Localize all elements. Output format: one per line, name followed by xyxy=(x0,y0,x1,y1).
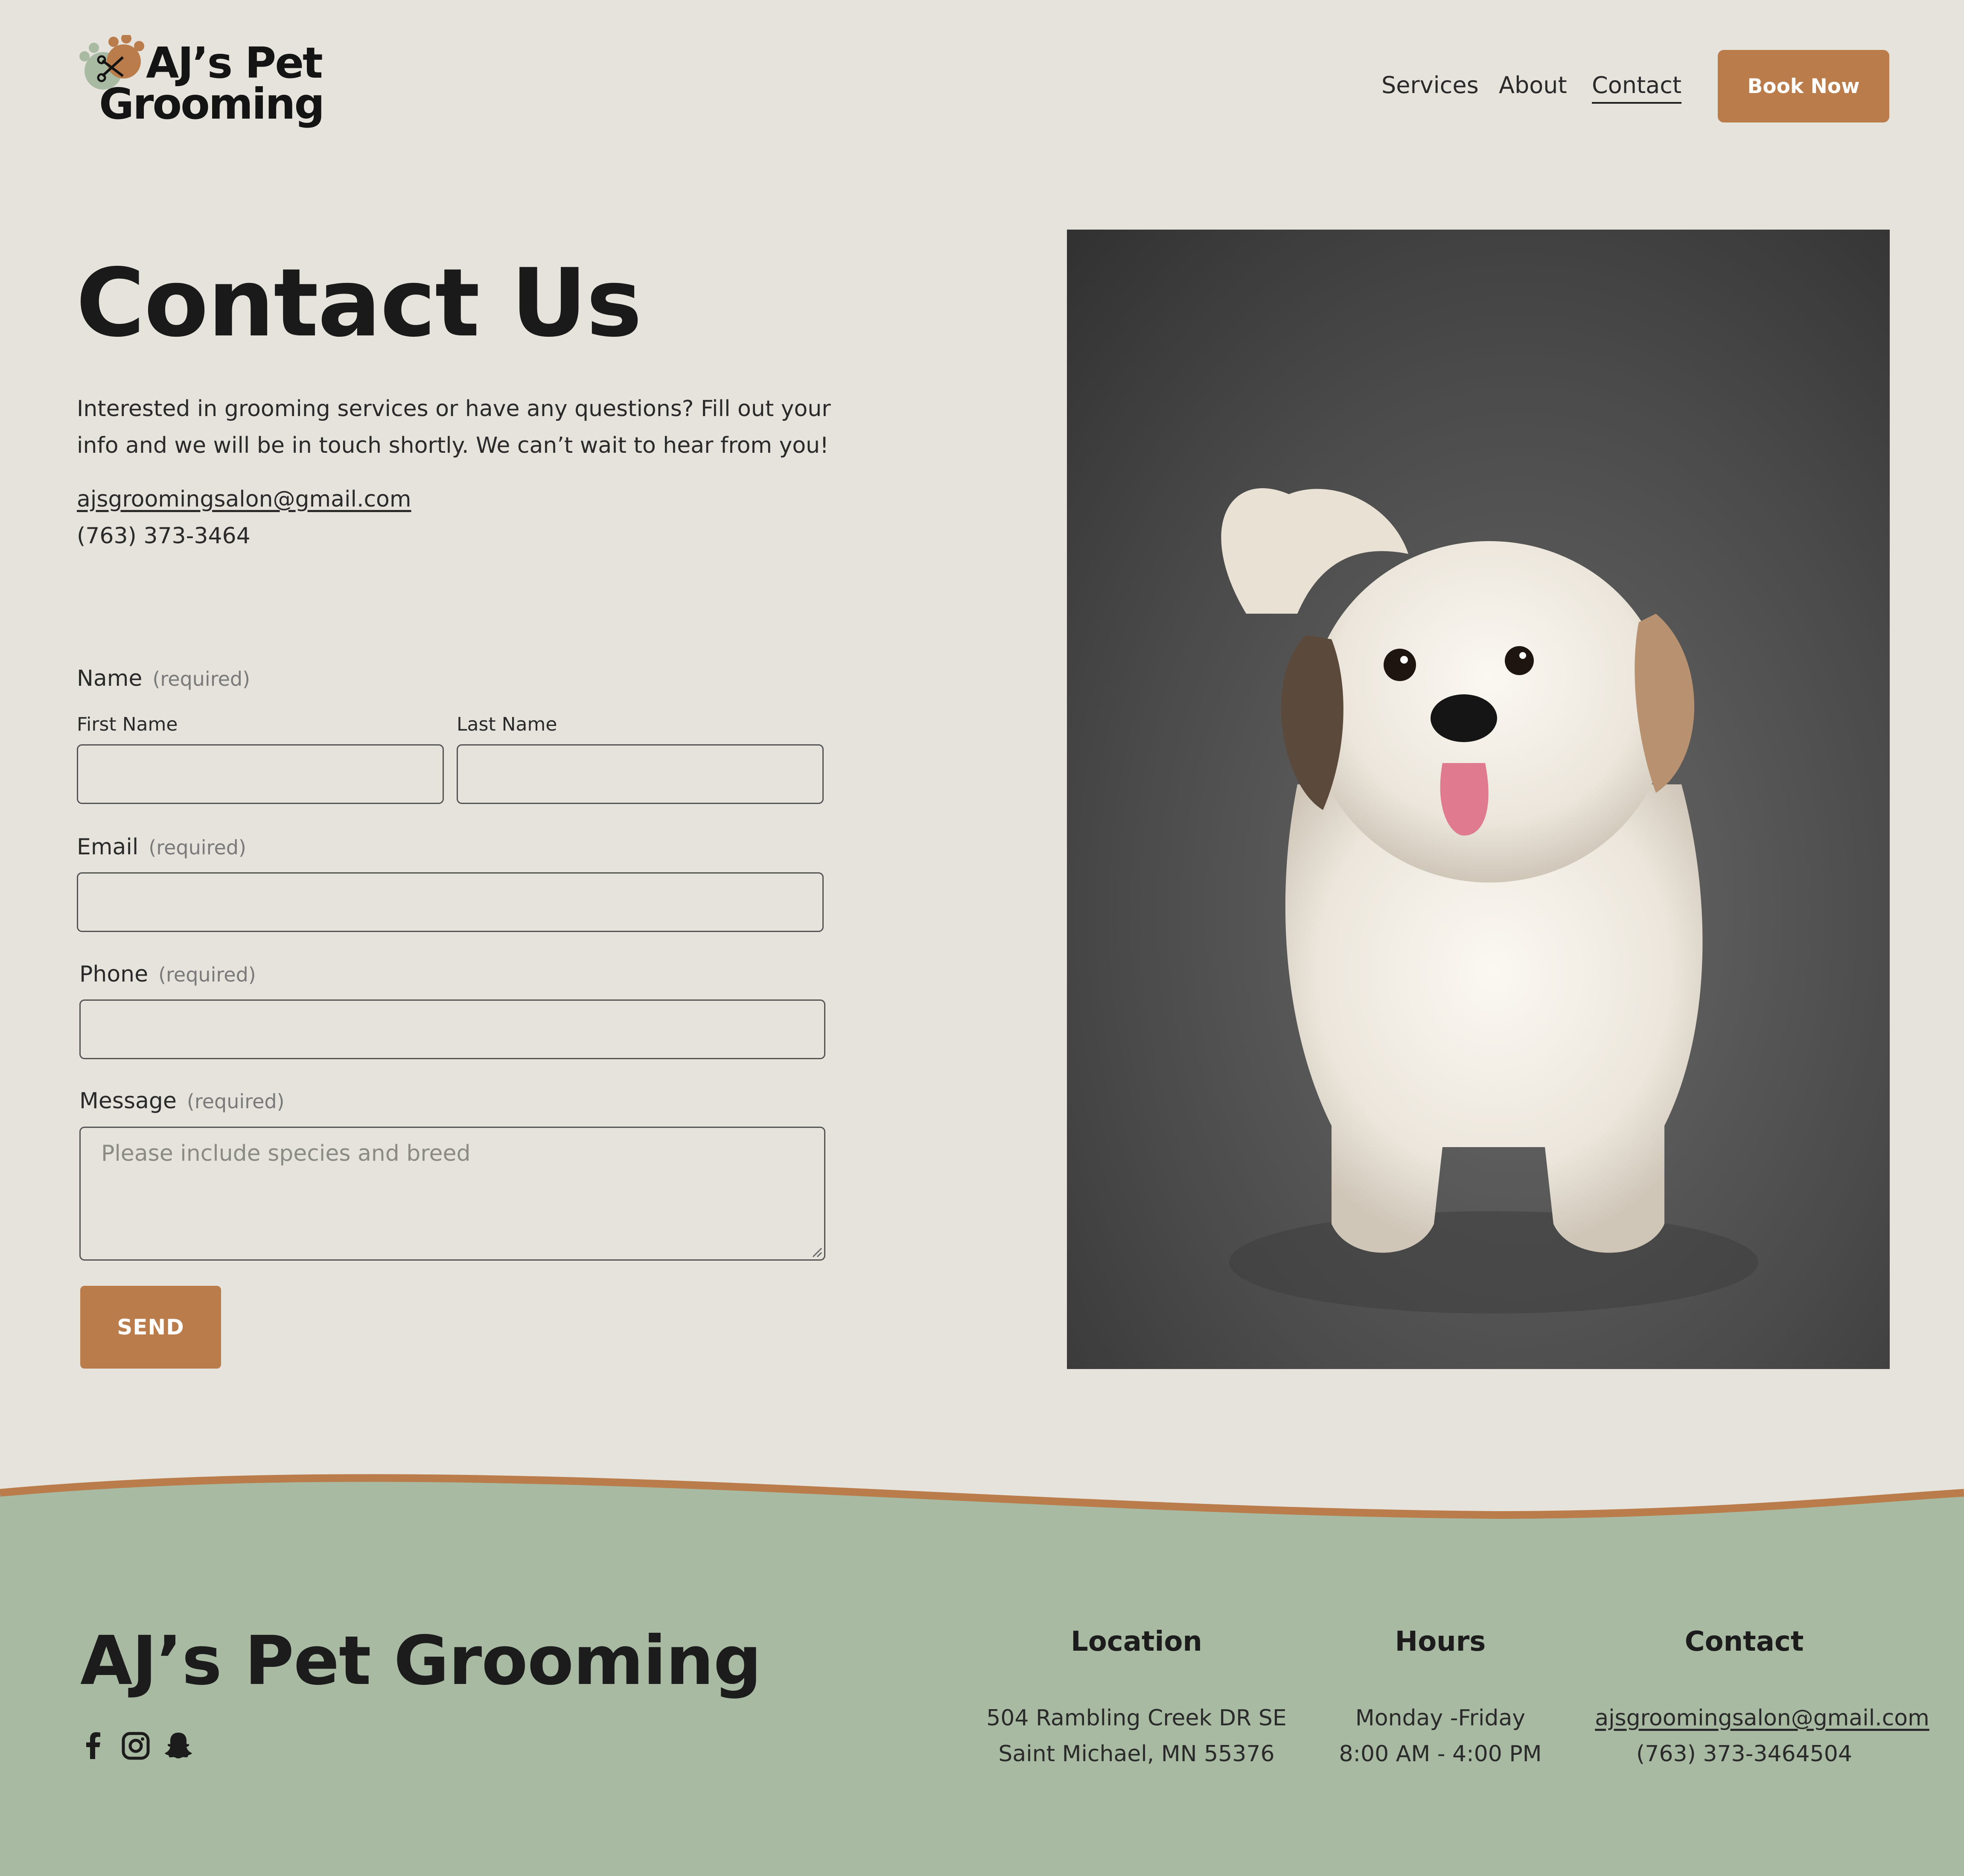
email-label-text: Email xyxy=(77,834,139,860)
instagram-icon[interactable] xyxy=(121,1731,151,1761)
phone-label-text: Phone xyxy=(79,961,149,987)
name-label: Name (required) xyxy=(77,666,250,691)
nav-contact[interactable]: Contact xyxy=(1592,72,1682,104)
message-label-text: Message xyxy=(79,1088,177,1114)
footer-email-link[interactable]: ajsgroomingsalon@gmail.com xyxy=(1570,1705,1954,1731)
first-name-input[interactable] xyxy=(77,744,444,804)
location-heading: Location xyxy=(1071,1626,1202,1658)
send-button[interactable]: SEND xyxy=(80,1286,221,1369)
nav-services[interactable]: Services xyxy=(1381,72,1479,99)
email-input[interactable] xyxy=(77,872,824,932)
facebook-icon[interactable] xyxy=(79,1731,109,1761)
required-tag: (required) xyxy=(158,963,256,986)
hours-heading: Hours xyxy=(1395,1626,1486,1658)
logo-line-1: AJ’s Pet xyxy=(146,38,323,88)
page-title: Contact Us xyxy=(76,248,642,358)
required-tag: (required) xyxy=(152,667,251,690)
last-name-label: Last Name xyxy=(457,714,557,735)
contact-heading: Contact xyxy=(1684,1626,1804,1658)
phone-number: (763) 373-3464 xyxy=(77,523,251,549)
nav-about[interactable]: About xyxy=(1499,72,1567,99)
message-label: Message (required) xyxy=(79,1088,285,1114)
message-placeholder: Please include species and breed xyxy=(101,1141,471,1166)
name-label-text: Name xyxy=(77,666,143,691)
phone-label: Phone (required) xyxy=(79,961,256,987)
email-link[interactable]: ajsgroomingsalon@gmail.com xyxy=(77,486,411,512)
email-label: Email (required) xyxy=(77,834,246,860)
resize-handle-icon[interactable] xyxy=(810,1246,822,1258)
intro-text: Interested in grooming services or have … xyxy=(77,396,831,458)
first-name-label: First Name xyxy=(77,714,178,735)
last-name-input[interactable] xyxy=(457,744,824,804)
logo-wordmark: AJ’s Pet Grooming xyxy=(99,38,325,129)
site-logo[interactable]: AJ’s Pet Grooming xyxy=(77,35,325,137)
required-tag: (required) xyxy=(149,836,246,859)
snapchat-icon[interactable] xyxy=(163,1731,193,1761)
logo-line-2: Grooming xyxy=(99,79,325,129)
required-tag: (required) xyxy=(186,1090,285,1113)
book-now-button[interactable]: Book Now xyxy=(1718,50,1889,122)
footer-brand: AJ’s Pet Grooming xyxy=(80,1622,762,1700)
footer-phone: (763) 373-3464504 xyxy=(1636,1741,1852,1767)
phone-input[interactable] xyxy=(79,999,825,1059)
message-textarea[interactable]: Please include species and breed xyxy=(79,1127,825,1261)
dog-photo xyxy=(1067,230,1890,1369)
